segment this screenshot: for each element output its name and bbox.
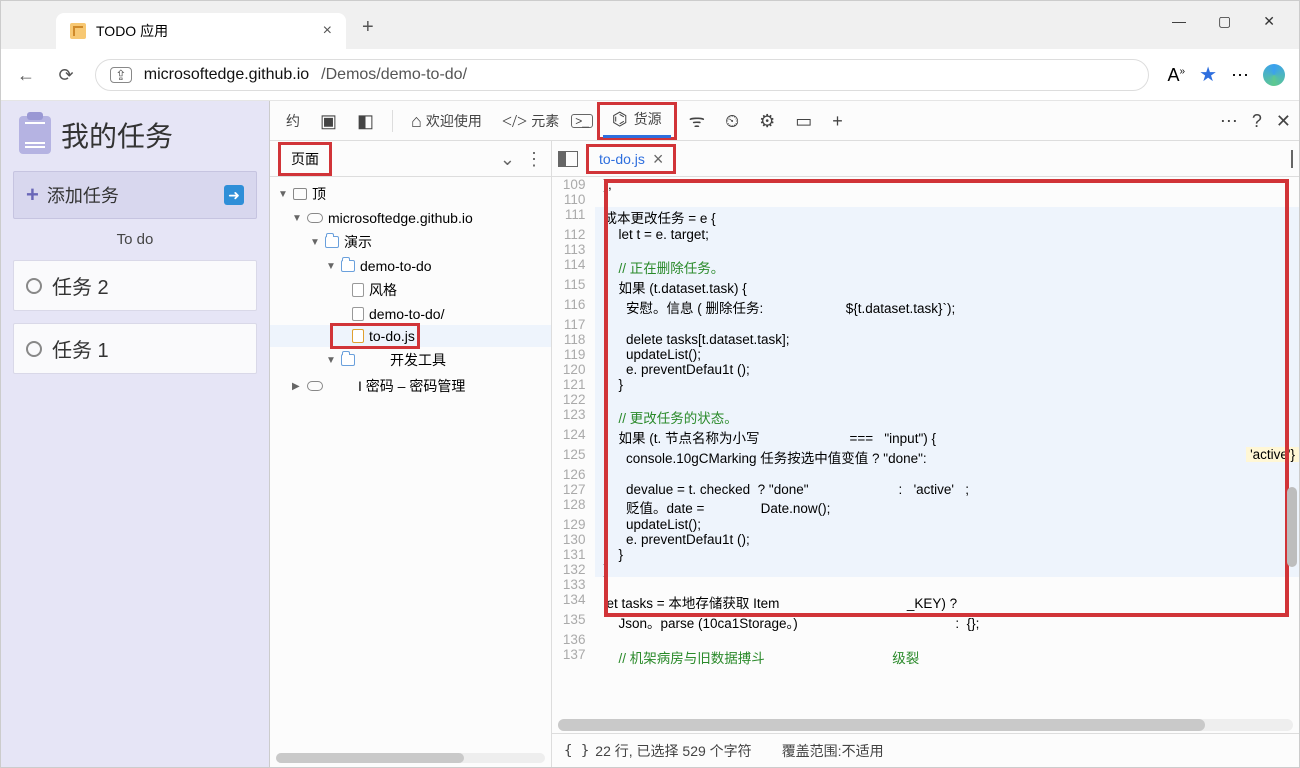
task-radio[interactable] (26, 278, 42, 294)
elements-tab[interactable]: </> 元素 (494, 105, 567, 137)
help-icon[interactable]: ? (1252, 112, 1262, 130)
tree-horizontal-scrollbar[interactable] (276, 753, 545, 763)
highlight-box (330, 323, 420, 349)
copilot-icon[interactable] (1263, 64, 1285, 86)
tab-title: TODO 应用 (96, 21, 168, 41)
toggle-right-panel-icon[interactable] (1291, 151, 1293, 167)
sources-tab[interactable]: ⌬ 货源 (597, 102, 677, 140)
favorite-icon[interactable]: ★ (1199, 62, 1217, 87)
editor-file-tab[interactable]: to-do.js× (586, 144, 676, 174)
tree-file-selected: to-do.js (270, 325, 551, 347)
editor-status-bar: { } 22 行, 已选择 529 个字符 覆盖范围:不适用 (552, 733, 1299, 767)
window-controls: ― ▢ ✕ (1148, 1, 1299, 42)
navigator-header: 页面 ⌄ ⋮ (270, 141, 551, 177)
toggle-left-panel-icon[interactable] (558, 151, 578, 167)
code-editor[interactable]: 109}; 110 111成本更改任务 = e { 112 let t = e.… (552, 177, 1299, 717)
console-icon[interactable]: >_ (571, 114, 593, 128)
toolbar-item[interactable]: 约 (278, 105, 308, 137)
chevron-down-icon[interactable]: ⌄ (500, 150, 515, 168)
welcome-tab[interactable]: ⌂ 欢迎使用 (403, 105, 490, 137)
bug-icon: ⌬ (612, 110, 628, 128)
file-icon (352, 307, 364, 321)
maximize-icon[interactable]: ▢ (1218, 13, 1231, 30)
back-icon[interactable]: ← (15, 64, 37, 86)
close-file-icon[interactable]: × (653, 150, 664, 168)
folder-icon (341, 354, 355, 366)
more-icon[interactable]: ⋮ (525, 150, 543, 168)
minimize-icon[interactable]: ― (1172, 13, 1186, 30)
browser-tab[interactable]: TODO 应用 × (56, 13, 346, 49)
address-bar[interactable]: ⇪ microsoftedge.github.io/Demos/demo-to-… (95, 59, 1149, 91)
page-tab[interactable]: 页面 (278, 142, 332, 176)
refresh-icon[interactable]: ⟳ (55, 64, 77, 86)
clipboard-icon (19, 116, 51, 154)
network-icon[interactable]: ᯤ (681, 106, 713, 136)
task-label: 任务 2 (52, 271, 109, 300)
file-tree[interactable]: ▼顶 ▼microsoftedge.github.io ▼演示 ▼demo-to… (270, 177, 551, 753)
editor-tabs: to-do.js× (552, 141, 1299, 177)
code-editor-pane: to-do.js× 109}; 110 111成本更改任务 = e { 112 … (552, 141, 1299, 767)
url-host: microsoftedge.github.io (144, 66, 309, 84)
task-label: 任务 1 (52, 334, 109, 363)
folder-icon (325, 236, 339, 248)
browser-nav-bar: ← ⟳ ⇪ microsoftedge.github.io/Demos/demo… (1, 49, 1299, 101)
tab-close-icon[interactable]: × (323, 22, 332, 40)
more-icon[interactable]: ⋯ (1231, 66, 1249, 84)
task-item[interactable]: 任务 2 (13, 260, 257, 311)
add-panel-icon[interactable]: + (824, 106, 851, 136)
horizontal-scrollbar[interactable] (558, 719, 1293, 731)
vertical-scrollbar[interactable] (1287, 487, 1297, 567)
todo-app-panel: 我的任务 + 添加任务 ➜ To do 任务 2 任务 1 (1, 101, 269, 767)
app-title-text: 我的任务 (61, 115, 173, 155)
read-aloud-icon[interactable]: A» (1167, 66, 1185, 84)
close-devtools-icon[interactable]: ✕ (1276, 112, 1291, 130)
application-icon[interactable]: ▭ (787, 106, 820, 136)
add-task-label: 添加任务 (47, 182, 119, 208)
dock-icon[interactable]: ◧ (349, 106, 382, 136)
sources-navigator: 页面 ⌄ ⋮ ▼顶 ▼microsoftedge.github.io ▼演示 ▼… (270, 141, 552, 767)
add-task-input[interactable]: + 添加任务 ➜ (13, 171, 257, 219)
submit-task-icon[interactable]: ➜ (224, 185, 244, 205)
close-window-icon[interactable]: ✕ (1263, 13, 1275, 30)
folder-icon (341, 260, 355, 272)
status-coverage: 覆盖范围:不适用 (782, 741, 884, 761)
status-selection: 22 行, 已选择 529 个字符 (595, 741, 751, 761)
file-icon (352, 283, 364, 297)
url-path: /Demos/demo-to-do/ (321, 66, 467, 84)
more-tools-icon[interactable]: ⋯ (1220, 112, 1238, 130)
site-info-icon[interactable]: ⇪ (110, 67, 132, 83)
devtools-toolbar: 约 ▣ ◧ ⌂ 欢迎使用 </> 元素 >_ ⌬ 货源 ᯤ ⏲ ⚙ ▭ + ⋯ … (270, 101, 1299, 141)
new-tab-button[interactable]: + (346, 6, 390, 49)
cloud-icon (307, 213, 323, 223)
task-item[interactable]: 任务 1 (13, 323, 257, 374)
device-toggle-icon[interactable]: ▣ (312, 106, 345, 136)
cloud-icon (307, 381, 323, 391)
app-title: 我的任务 (13, 111, 257, 159)
memory-icon[interactable]: ⚙ (751, 106, 783, 136)
section-label: To do (13, 231, 257, 248)
task-radio[interactable] (26, 341, 42, 357)
performance-icon[interactable]: ⏲ (717, 106, 747, 136)
browser-title-bar: TODO 应用 × + ― ▢ ✕ (1, 1, 1299, 49)
tab-favicon (70, 23, 86, 39)
plus-icon: + (26, 182, 39, 208)
window-icon (293, 188, 307, 200)
devtools-panel: 约 ▣ ◧ ⌂ 欢迎使用 </> 元素 >_ ⌬ 货源 ᯤ ⏲ ⚙ ▭ + ⋯ … (269, 101, 1299, 767)
